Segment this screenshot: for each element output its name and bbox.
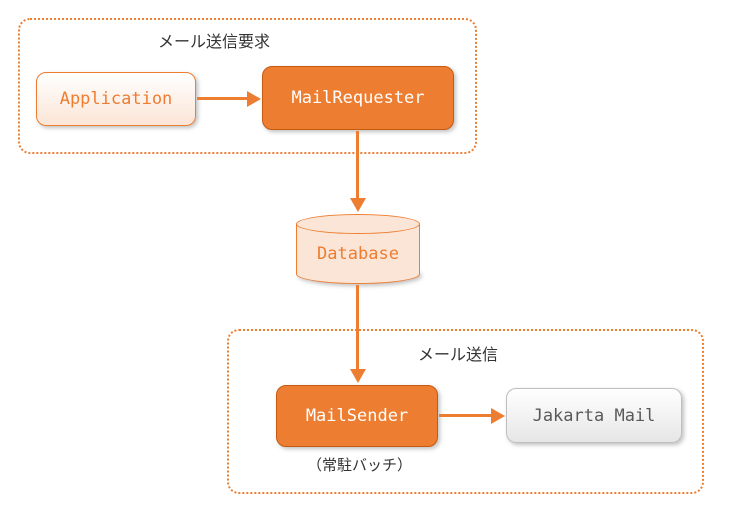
node-application: Application	[36, 72, 196, 126]
node-database: Database	[296, 214, 420, 284]
group-mail-send-label: メール送信	[418, 341, 498, 365]
node-jakarta-mail: Jakarta Mail	[506, 388, 682, 443]
node-jakarta-mail-label: Jakarta Mail	[533, 406, 656, 426]
group-mail-request-label: メール送信要求	[158, 28, 270, 52]
mail-sender-note: （常駐バッチ）	[307, 454, 412, 475]
node-database-label: Database	[296, 244, 420, 264]
node-application-label: Application	[60, 89, 173, 109]
node-mail-requester: MailRequester	[262, 66, 454, 130]
cylinder-top	[296, 214, 420, 234]
node-mail-sender: MailSender	[276, 385, 438, 447]
node-mail-requester-label: MailRequester	[291, 88, 424, 108]
node-mail-sender-label: MailSender	[306, 406, 408, 426]
